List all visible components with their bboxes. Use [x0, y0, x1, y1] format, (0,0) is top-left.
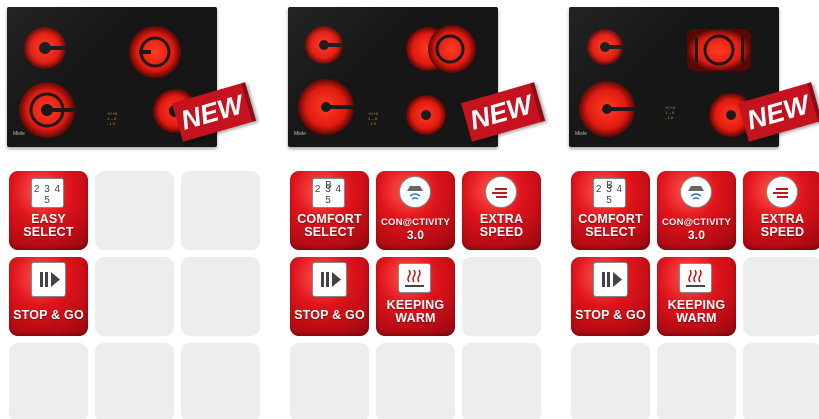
hood-wifi-icon — [399, 176, 431, 208]
empty-tile — [462, 257, 541, 336]
empty-tile — [95, 343, 174, 419]
speed-icon — [766, 176, 798, 208]
feature-tile-stop-go[interactable]: STOP & GO — [290, 257, 369, 336]
number-select-icon: 2 3 4 5 — [31, 178, 64, 208]
empty-tile — [571, 343, 650, 419]
feature-tile-easy-select[interactable]: 2 3 4 5 EASY SELECT — [9, 171, 88, 250]
empty-tile — [181, 343, 260, 419]
brand-logo: Miele — [294, 131, 306, 137]
feature-tile-keeping-warm[interactable]: KEEPING WARM — [376, 257, 455, 336]
number-select-icon: B 2 3 4 5 — [312, 178, 345, 208]
feature-tile-stop-go[interactable]: STOP & GO — [9, 257, 88, 336]
feature-tile-comfort-select[interactable]: B 2 3 4 5 COMFORT SELECT — [571, 171, 650, 250]
empty-tile — [462, 343, 541, 419]
keep-warm-icon — [679, 263, 712, 293]
empty-tile — [743, 343, 819, 419]
feature-tile-extra-speed[interactable]: EXTRA SPEED — [743, 171, 819, 250]
feature-tile-conactivity[interactable]: CON@CTIVITY 3.0 — [657, 171, 736, 250]
feature-tile-extra-speed[interactable]: EXTRA SPEED — [462, 171, 541, 250]
empty-tile — [743, 257, 819, 336]
empty-tile — [657, 343, 736, 419]
feature-tile-conactivity[interactable]: CON@CTIVITY 3.0 — [376, 171, 455, 250]
feature-tile-keeping-warm[interactable]: KEEPING WARM — [657, 257, 736, 336]
empty-tile — [376, 343, 455, 419]
keep-warm-icon — [398, 263, 431, 293]
brand-logo: Miele — [13, 131, 25, 137]
empty-tile — [95, 171, 174, 250]
number-select-icon: B 2 3 4 5 — [593, 178, 626, 208]
empty-tile — [181, 171, 260, 250]
product-panel: +0 +0 1 -- 0 - 1 0 Miele NEW B 2 3 4 5 C… — [281, 0, 561, 419]
speed-icon — [485, 176, 517, 208]
empty-tile — [95, 257, 174, 336]
product-panel: +0 +0 1 -- 0 - 1 0 Miele NEW B 2 3 4 5 C… — [562, 0, 819, 419]
product-panel: +0 +0 1 -- 0 - 1 0 Miele NEW 2 3 4 5 EAS… — [0, 0, 280, 419]
feature-tile-comfort-select[interactable]: B 2 3 4 5 COMFORT SELECT — [290, 171, 369, 250]
control-display[interactable]: +0 +0 1 -- 0 - 1 0 — [107, 111, 117, 126]
feature-tile-stop-go[interactable]: STOP & GO — [571, 257, 650, 336]
pause-play-icon — [593, 262, 628, 297]
hood-wifi-icon — [680, 176, 712, 208]
pause-play-icon — [312, 262, 347, 297]
pause-play-icon — [31, 262, 66, 297]
empty-tile — [9, 343, 88, 419]
brand-logo: Miele — [575, 131, 587, 137]
control-display[interactable]: +0 +0 1 -- 0 - 1 0 — [665, 105, 675, 120]
empty-tile — [181, 257, 260, 336]
control-display[interactable]: +0 +0 1 -- 0 - 1 0 — [368, 111, 378, 126]
empty-tile — [290, 343, 369, 419]
